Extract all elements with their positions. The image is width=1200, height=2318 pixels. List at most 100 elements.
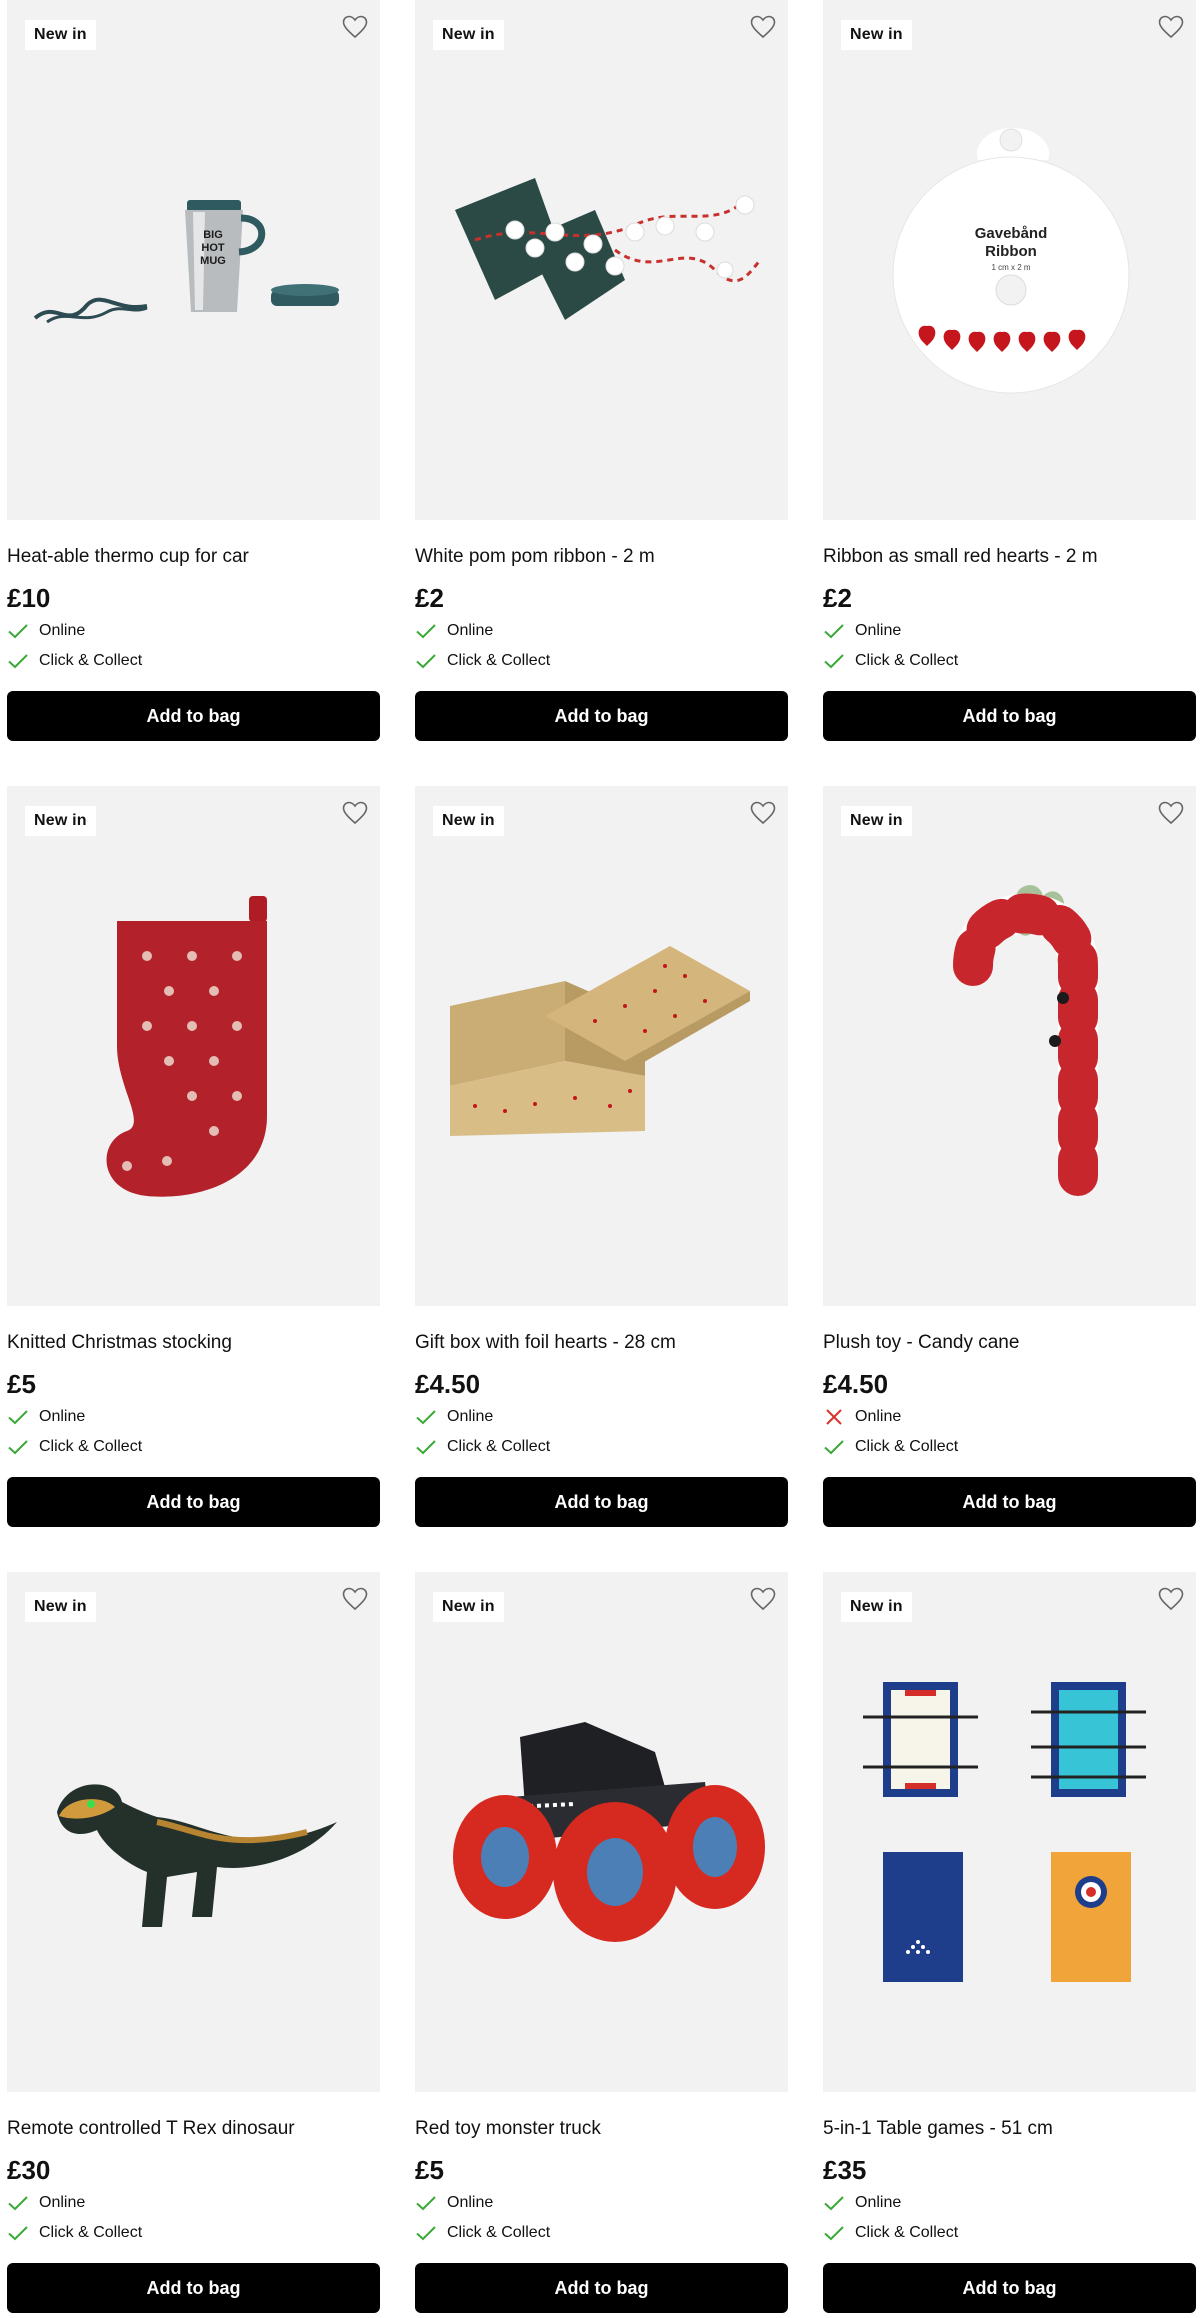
availability-click-collect: Click & Collect <box>823 1433 1196 1461</box>
availability-click-collect-label: Click & Collect <box>855 2224 959 2241</box>
checkmark-icon <box>823 2194 845 2212</box>
product-card[interactable]: BIG HOT MUG New in Heat-able thermo cup fo… <box>7 0 380 741</box>
add-to-bag-button[interactable]: Add to bag <box>415 691 788 741</box>
product-title[interactable]: Ribbon as small red hearts - 2 m <box>823 546 1196 570</box>
add-to-bag-button[interactable]: Add to bag <box>823 1477 1196 1527</box>
product-card[interactable]: New in Remote controlled T Rex dinosaur … <box>7 1572 380 2313</box>
checkmark-icon <box>415 1408 437 1426</box>
availability-click-collect: Click & Collect <box>7 1433 380 1461</box>
availability-click-collect: Click & Collect <box>415 1433 788 1461</box>
availability-online-label: Online <box>447 1408 494 1425</box>
availability-click-collect-label: Click & Collect <box>447 2224 551 2241</box>
add-to-bag-button[interactable]: Add to bag <box>7 691 380 741</box>
new-in-badge: New in <box>25 806 96 836</box>
availability-online: Online <box>415 2189 788 2217</box>
product-image[interactable]: New in <box>415 0 788 520</box>
add-to-bag-button[interactable]: Add to bag <box>7 1477 380 1527</box>
checkmark-icon <box>415 2194 437 2212</box>
product-price: £4.50 <box>823 1369 889 1399</box>
product-price: £5 <box>7 1369 36 1399</box>
product-card[interactable]: New in White pom pom ribbon - 2 m £2 Onl… <box>415 0 788 741</box>
table-games-image <box>863 1682 1146 1982</box>
heart-outline-icon[interactable] <box>1158 801 1184 825</box>
product-title[interactable]: Plush toy - Candy cane <box>823 1332 1196 1356</box>
product-title[interactable]: 5-in-1 Table games - 51 cm <box>823 2118 1196 2142</box>
heart-ribbon-image: Gavebånd Ribbon 1 cm x 2 m <box>892 128 1130 394</box>
availability-click-collect: Click & Collect <box>415 2219 788 2247</box>
checkmark-icon <box>823 622 845 640</box>
availability-online: Online <box>7 617 380 645</box>
availability-online-label: Online <box>447 622 494 639</box>
product-card[interactable]: New in Red toy monster truck £5 Online C… <box>415 1572 788 2313</box>
product-image[interactable]: New in <box>823 786 1196 1306</box>
availability-click-collect: Click & Collect <box>823 2219 1196 2247</box>
checkmark-icon <box>823 2224 845 2242</box>
availability-click-collect: Click & Collect <box>7 647 380 675</box>
new-in-badge: New in <box>841 20 912 50</box>
checkmark-icon <box>7 2194 29 2212</box>
new-in-badge: New in <box>841 806 912 836</box>
checkmark-icon <box>823 652 845 670</box>
availability-click-collect: Click & Collect <box>7 2219 380 2247</box>
product-image[interactable]: BIG HOT MUG New in <box>7 0 380 520</box>
heart-outline-icon[interactable] <box>750 801 776 825</box>
availability-online-label: Online <box>39 1408 86 1425</box>
stocking-image <box>106 896 267 1197</box>
product-image[interactable]: New in <box>415 1572 788 2092</box>
new-in-badge: New in <box>433 20 504 50</box>
product-card[interactable]: Gavebånd Ribbon 1 cm x 2 m New in Ribbon… <box>823 0 1196 741</box>
checkmark-icon <box>7 2224 29 2242</box>
product-title[interactable]: Remote controlled T Rex dinosaur <box>7 2118 380 2142</box>
heart-outline-icon[interactable] <box>342 1587 368 1611</box>
product-card[interactable]: New in Knitted Christmas stocking £5 Onl… <box>7 786 380 1527</box>
checkmark-icon <box>415 622 437 640</box>
product-image[interactable]: New in <box>7 1572 380 2092</box>
candy-cane-image <box>953 885 1098 1196</box>
thermo-cup-image: BIG HOT MUG <box>33 200 339 324</box>
product-image[interactable]: New in <box>7 786 380 1306</box>
availability-click-collect-label: Click & Collect <box>447 1438 551 1455</box>
product-image[interactable]: Gavebånd Ribbon 1 cm x 2 m New in <box>823 0 1196 520</box>
availability-online: Online <box>7 2189 380 2217</box>
monster-truck-image <box>453 1722 765 1942</box>
pompom-ribbon-image <box>455 178 762 320</box>
product-image[interactable]: New in <box>823 1572 1196 2092</box>
product-title[interactable]: Heat-able thermo cup for car <box>7 546 380 570</box>
product-price: £10 <box>7 583 51 613</box>
add-to-bag-button[interactable]: Add to bag <box>823 691 1196 741</box>
product-title[interactable]: Red toy monster truck <box>415 2118 788 2142</box>
product-title[interactable]: White pom pom ribbon - 2 m <box>415 546 788 570</box>
availability-click-collect: Click & Collect <box>823 647 1196 675</box>
gift-box-image <box>450 946 750 1136</box>
availability-click-collect-label: Click & Collect <box>447 652 551 669</box>
add-to-bag-button[interactable]: Add to bag <box>7 2263 380 2313</box>
svg-text:Ribbon: Ribbon <box>985 243 1037 260</box>
availability-online-label: Online <box>855 622 902 639</box>
product-card[interactable]: New in Gift box with foil hearts - 28 cm… <box>415 786 788 1527</box>
availability-online: Online <box>7 1403 380 1431</box>
product-card[interactable]: New in Plush toy - Candy cane £4.50 Onli… <box>823 786 1196 1527</box>
heart-outline-icon[interactable] <box>750 1587 776 1611</box>
heart-outline-icon[interactable] <box>342 15 368 39</box>
heart-outline-icon[interactable] <box>750 15 776 39</box>
product-price: £4.50 <box>415 1369 481 1399</box>
new-in-badge: New in <box>433 806 504 836</box>
heart-outline-icon[interactable] <box>342 801 368 825</box>
availability-click-collect-label: Click & Collect <box>39 1438 143 1455</box>
add-to-bag-button[interactable]: Add to bag <box>415 2263 788 2313</box>
product-title[interactable]: Knitted Christmas stocking <box>7 1332 380 1356</box>
product-price: £35 <box>823 2155 867 2185</box>
add-to-bag-button[interactable]: Add to bag <box>415 1477 788 1527</box>
product-price: £2 <box>823 583 852 613</box>
heart-outline-icon[interactable] <box>1158 1587 1184 1611</box>
checkmark-icon <box>7 652 29 670</box>
add-to-bag-button[interactable]: Add to bag <box>823 2263 1196 2313</box>
availability-online: Online <box>823 2189 1196 2217</box>
product-image[interactable]: New in <box>415 786 788 1306</box>
cross-icon <box>823 1408 845 1426</box>
availability-online-label: Online <box>855 2194 902 2211</box>
product-card[interactable]: New in 5-in-1 Table games - 51 cm £35 On… <box>823 1572 1196 2313</box>
checkmark-icon <box>415 652 437 670</box>
heart-outline-icon[interactable] <box>1158 15 1184 39</box>
product-title[interactable]: Gift box with foil hearts - 28 cm <box>415 1332 788 1356</box>
